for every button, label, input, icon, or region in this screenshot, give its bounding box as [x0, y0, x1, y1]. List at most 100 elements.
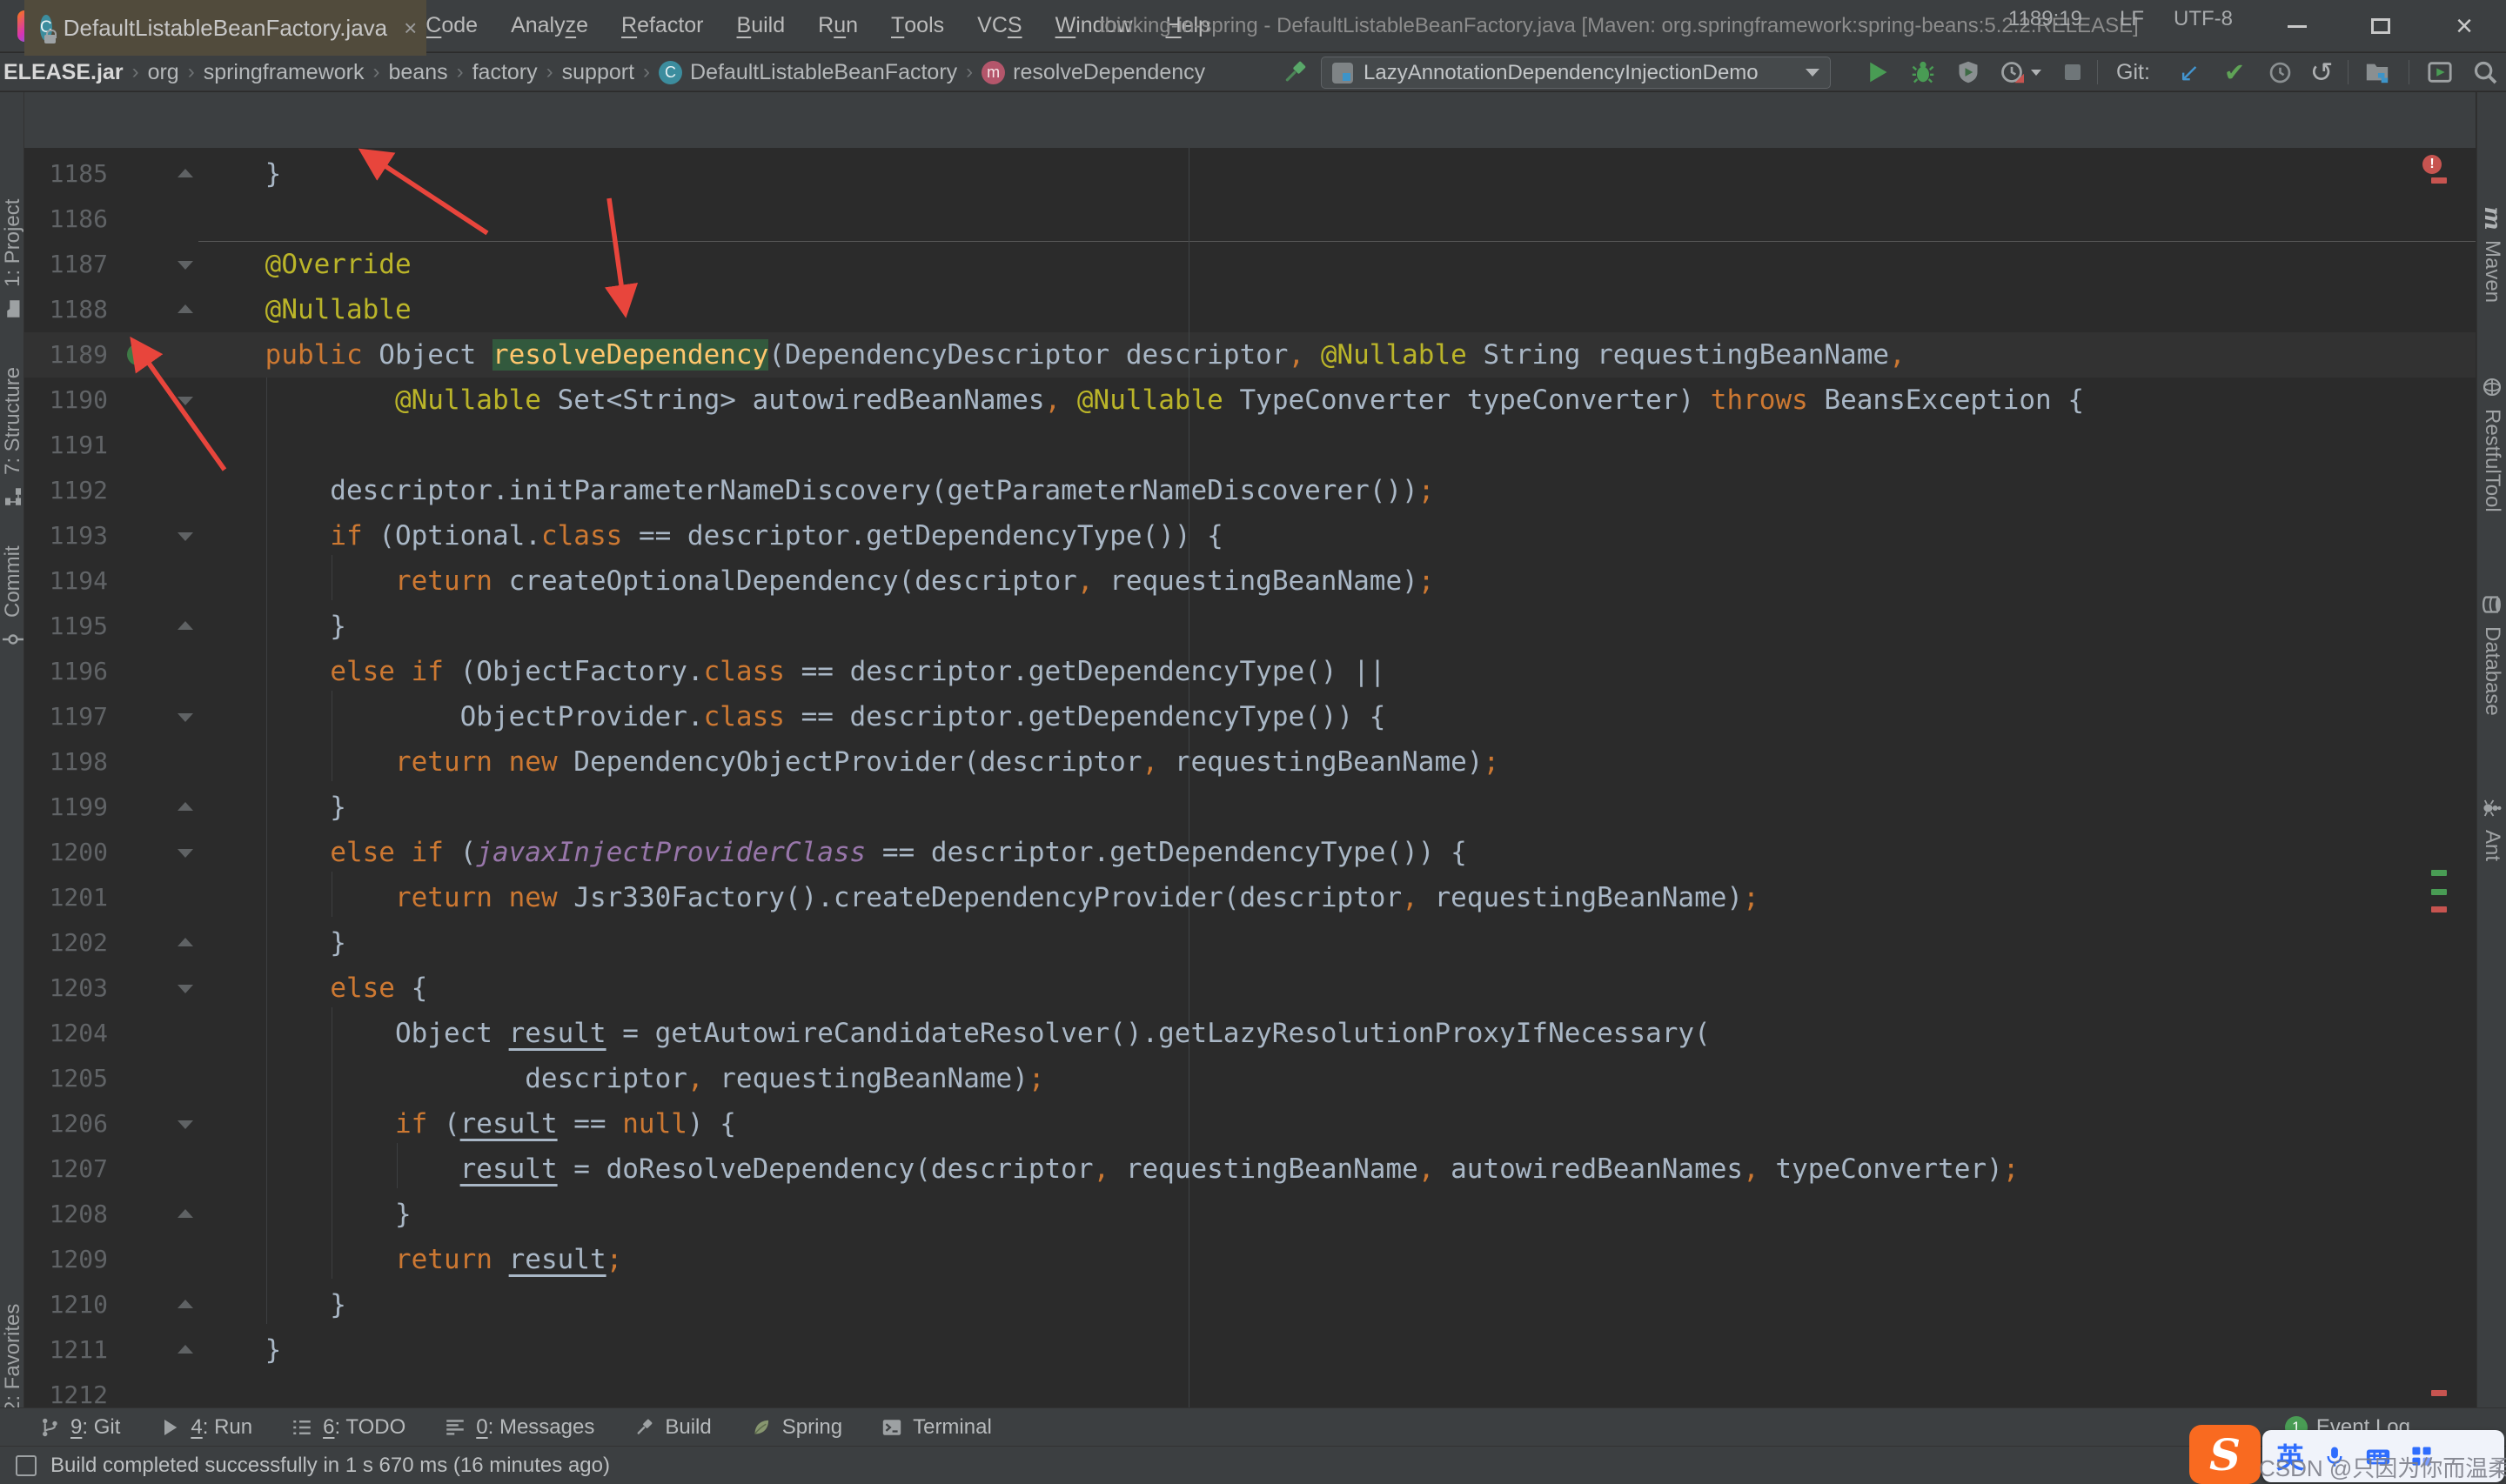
- line-number[interactable]: 1209: [24, 1237, 108, 1282]
- line-number[interactable]: 1185: [24, 151, 108, 197]
- fold-marker-down-icon[interactable]: [178, 849, 193, 858]
- line-number[interactable]: 1206: [24, 1101, 108, 1146]
- error-stripe-indicator[interactable]: !: [2422, 155, 2442, 174]
- run-button[interactable]: [1864, 58, 1892, 86]
- tab-close-icon[interactable]: ×: [404, 15, 417, 42]
- breadcrumb-org[interactable]: org: [148, 60, 179, 85]
- line-number[interactable]: 1196: [24, 649, 108, 694]
- code-line-1195[interactable]: 1195 }: [24, 604, 2476, 649]
- code-line-1203[interactable]: 1203 else {: [24, 966, 2476, 1011]
- code-line-1209[interactable]: 1209 return result;: [24, 1237, 2476, 1282]
- menu-tools[interactable]: Tools: [874, 0, 961, 52]
- code-line-1193[interactable]: 1193 if (Optional.class == descriptor.ge…: [24, 513, 2476, 558]
- breadcrumb-support[interactable]: support: [562, 60, 634, 85]
- menu-run[interactable]: Run: [801, 0, 874, 52]
- breadcrumb-defaultlistablebeanfactory[interactable]: C DefaultListableBeanFactory: [659, 60, 957, 85]
- search-everywhere-icon[interactable]: [2471, 58, 2499, 86]
- maximize-button[interactable]: [2349, 0, 2412, 52]
- stripe-database[interactable]: Database: [2480, 593, 2504, 716]
- line-number[interactable]: 1191: [24, 423, 108, 468]
- line-number[interactable]: 1212: [24, 1373, 108, 1407]
- code-line-1212[interactable]: 1212: [24, 1373, 2476, 1407]
- toolwindow-run-button[interactable]: 4: Run: [158, 1415, 252, 1440]
- line-number[interactable]: 1195: [24, 604, 108, 649]
- code-line-1187[interactable]: 1187 @Override: [24, 241, 2476, 287]
- line-number[interactable]: 1205: [24, 1056, 108, 1101]
- code-line-1208[interactable]: 1208 }: [24, 1192, 2476, 1237]
- run-with-coverage-button[interactable]: [1954, 58, 1982, 86]
- menu-build[interactable]: Build: [720, 0, 802, 52]
- run-anything-icon[interactable]: [2426, 58, 2454, 86]
- rollback-icon[interactable]: ↺: [2308, 57, 2335, 88]
- breadcrumb-factory[interactable]: factory: [472, 60, 538, 85]
- fold-marker-down-icon[interactable]: [178, 1120, 193, 1129]
- close-window-button[interactable]: ×: [2433, 0, 2496, 52]
- code-line-1188[interactable]: 1188 @Nullable: [24, 287, 2476, 332]
- caret-position[interactable]: 1189:19: [2008, 0, 2082, 38]
- breadcrumb-resolvedependency[interactable]: m resolveDependency: [982, 60, 1205, 85]
- fold-marker-up-icon[interactable]: [178, 169, 193, 177]
- breadcrumb-elease.jar[interactable]: ELEASE.jar: [3, 60, 124, 85]
- error-stripe-mark[interactable]: [2431, 889, 2447, 895]
- stripe-restfultool[interactable]: RestfulTool: [2480, 376, 2504, 512]
- error-stripe-mark[interactable]: [2431, 1390, 2447, 1396]
- breadcrumb-springframework[interactable]: springframework: [204, 60, 365, 85]
- fold-marker-down-icon[interactable]: [178, 532, 193, 541]
- fold-marker-up-icon[interactable]: [178, 1300, 193, 1308]
- line-number[interactable]: 1194: [24, 558, 108, 604]
- code-line-1201[interactable]: 1201 return new Jsr330Factory().createDe…: [24, 875, 2476, 920]
- toolwindow-messages-button[interactable]: 0: Messages: [444, 1415, 594, 1440]
- status-message[interactable]: Build completed successfully in 1 s 670 …: [16, 1454, 610, 1478]
- toolwindow-todo-button[interactable]: 6: TODO: [291, 1415, 405, 1440]
- history-clock-icon[interactable]: [2266, 58, 2294, 86]
- override-gutter-icon[interactable]: ↑: [127, 344, 149, 365]
- line-number[interactable]: 1211: [24, 1327, 108, 1373]
- fold-marker-up-icon[interactable]: [178, 938, 193, 946]
- menu-vcs[interactable]: VC S: [961, 0, 1038, 52]
- line-number[interactable]: 1201: [24, 875, 108, 920]
- code-line-1185[interactable]: 1185 }: [24, 151, 2476, 197]
- sogou-ime-logo[interactable]: S: [2189, 1425, 2261, 1484]
- toolwindow-spring-button[interactable]: Spring: [750, 1415, 842, 1440]
- fold-marker-up-icon[interactable]: [178, 621, 193, 630]
- line-number[interactable]: 1188: [24, 287, 108, 332]
- code-line-1192[interactable]: 1192 descriptor.initParameterNameDiscove…: [24, 468, 2476, 513]
- code-line-1199[interactable]: 1199 }: [24, 785, 2476, 830]
- code-line-1186[interactable]: 1186: [24, 197, 2476, 242]
- stripe-commit[interactable]: Commit: [1, 545, 25, 651]
- code-line-1205[interactable]: 1205 descriptor, requestingBeanName);: [24, 1056, 2476, 1101]
- code-editor[interactable]: 1185 } 1186 1187 @Override 1188 @Nullable 11…: [24, 148, 2476, 1407]
- toolwindow-build-button[interactable]: Build: [633, 1415, 712, 1440]
- code-line-1207[interactable]: 1207 result = doResolveDependency(descri…: [24, 1146, 2476, 1192]
- tab-defaultlistablebeanfactory[interactable]: C DefaultListableBeanFactory.java ×: [24, 0, 426, 56]
- error-stripe-mark[interactable]: [2431, 906, 2447, 912]
- line-number[interactable]: 1193: [24, 513, 108, 558]
- error-stripe-mark[interactable]: [2431, 177, 2447, 184]
- stripe-1-project[interactable]: 1: Project: [1, 199, 25, 320]
- line-number[interactable]: 1198: [24, 739, 108, 785]
- fold-marker-down-icon[interactable]: [178, 985, 193, 993]
- line-number[interactable]: 1197: [24, 694, 108, 739]
- line-number[interactable]: 1204: [24, 1011, 108, 1056]
- code-line-1189[interactable]: 1189 ↑ public Object resolveDependency(De…: [24, 332, 2476, 378]
- code-line-1191[interactable]: 1191: [24, 423, 2476, 468]
- line-number[interactable]: 1199: [24, 785, 108, 830]
- stripe-ant[interactable]: Ant: [2480, 797, 2504, 861]
- fold-marker-up-icon[interactable]: [178, 1209, 193, 1218]
- profiler-button[interactable]: [1998, 58, 2026, 86]
- run-configuration-select[interactable]: LazyAnnotationDependencyInjectionDemo: [1321, 57, 1831, 89]
- line-number[interactable]: 1208: [24, 1192, 108, 1237]
- project-structure-icon[interactable]: [2363, 58, 2391, 86]
- code-line-1206[interactable]: 1206 if (result == null) {: [24, 1101, 2476, 1146]
- fold-marker-down-icon[interactable]: [178, 397, 193, 405]
- toolwindow-git-button[interactable]: 9: Git: [38, 1415, 120, 1440]
- fold-marker-down-icon[interactable]: [178, 261, 193, 270]
- stop-button[interactable]: [2059, 58, 2087, 86]
- stripe-maven[interactable]: m Maven: [2479, 206, 2505, 303]
- profiler-chevron-down-icon[interactable]: [2027, 58, 2045, 86]
- line-ending-indicator[interactable]: LF: [2120, 0, 2144, 38]
- line-number[interactable]: 1192: [24, 468, 108, 513]
- update-project-icon[interactable]: ↙: [2175, 58, 2203, 87]
- menu-refactor[interactable]: Refactor: [605, 0, 720, 52]
- fold-marker-down-icon[interactable]: [178, 713, 193, 722]
